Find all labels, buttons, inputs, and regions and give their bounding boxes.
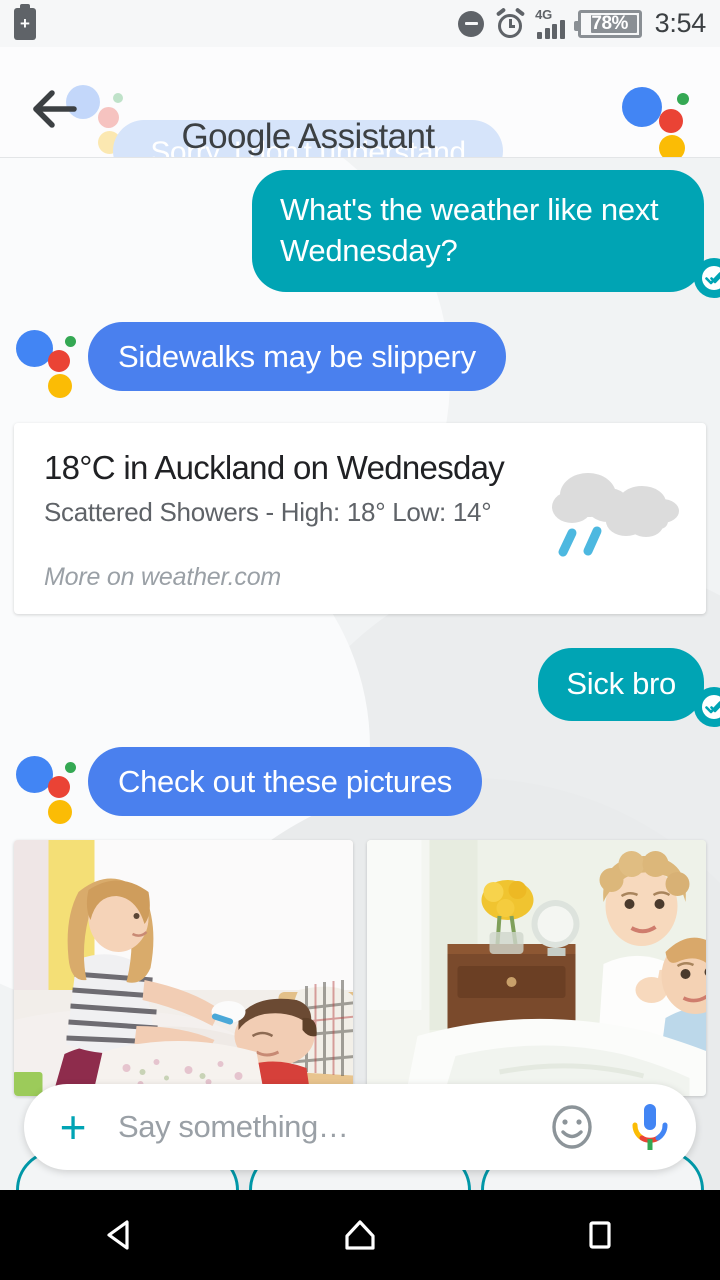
android-navigation-bar xyxy=(0,1190,720,1280)
message-row-assistant: Sidewalks may be slippery xyxy=(0,321,720,399)
message-input-bar: + Say something… xyxy=(24,1084,696,1170)
message-row-user: Sick bro xyxy=(0,648,720,727)
status-bar: + 4G 78% 3:54 xyxy=(0,0,720,47)
assistant-message-bubble[interactable]: Check out these pictures xyxy=(88,746,482,817)
do-not-disturb-icon xyxy=(458,10,485,37)
nav-home-icon[interactable] xyxy=(324,1207,396,1263)
battery-percent-label: 78% xyxy=(591,12,628,34)
status-bar-left: + xyxy=(14,3,36,40)
message-row-assistant: Check out these pictures xyxy=(0,746,720,824)
assistant-message-bubble[interactable]: Sidewalks may be slippery xyxy=(88,321,506,391)
weather-card[interactable]: 18°C in Auckland on Wednesday Scattered … xyxy=(14,423,706,614)
signal-bars-icon: 4G xyxy=(535,6,565,39)
weather-card-row: 18°C in Auckland on Wednesday Scattered … xyxy=(0,423,720,614)
photo-girl-giving-medicine-to-sick-boy[interactable] xyxy=(14,840,353,1097)
nav-back-triangle-icon[interactable] xyxy=(84,1207,156,1263)
weather-card-link[interactable]: More on weather.com xyxy=(44,563,676,592)
back-arrow-icon xyxy=(33,90,77,128)
assistant-logo-icon xyxy=(16,328,76,399)
assistant-message-text: Check out these pictures xyxy=(118,763,452,799)
nav-recents-square-icon[interactable] xyxy=(564,1207,636,1263)
double-check-icon xyxy=(694,257,720,298)
user-message-text: Sick bro xyxy=(566,666,676,701)
assistant-message-text: Sidewalks may be slippery xyxy=(118,338,476,374)
alarm-clock-icon xyxy=(495,7,526,38)
assistant-logo-icon[interactable] xyxy=(622,83,694,158)
back-button[interactable] xyxy=(30,79,123,154)
network-type-label: 4G xyxy=(535,6,552,22)
user-message-text: What's the weather like next Wednesday? xyxy=(280,192,659,268)
plus-icon[interactable]: + xyxy=(50,1104,96,1150)
user-message-bubble[interactable]: Sick bro xyxy=(538,648,720,727)
photo-toddler-touching-sick-boys-forehead[interactable] xyxy=(367,840,706,1097)
status-bar-right: 4G 78% 3:54 xyxy=(458,6,707,39)
rain-clouds-icon xyxy=(550,459,680,559)
page-title: Google Assistant xyxy=(181,117,435,156)
app-header: Sorry, I don't understand Google Assista… xyxy=(0,47,720,158)
search-input[interactable]: Say something… xyxy=(118,1109,548,1145)
message-row-user: What's the weather like next Wednesday? xyxy=(0,170,720,298)
battery-plus-glyph: + xyxy=(20,14,30,33)
emoji-smiley-icon[interactable] xyxy=(548,1103,596,1151)
battery-plus-icon: + xyxy=(14,3,36,40)
user-message-bubble[interactable]: What's the weather like next Wednesday? xyxy=(252,170,720,298)
status-bar-clock: 3:54 xyxy=(654,8,707,38)
google-microphone-icon[interactable] xyxy=(630,1101,670,1153)
phone-screen: + 4G 78% 3:54 Sorry, I don't understand … xyxy=(0,0,720,1280)
battery-status-icon: 78% xyxy=(573,9,642,38)
assistant-logo-icon xyxy=(16,754,76,824)
